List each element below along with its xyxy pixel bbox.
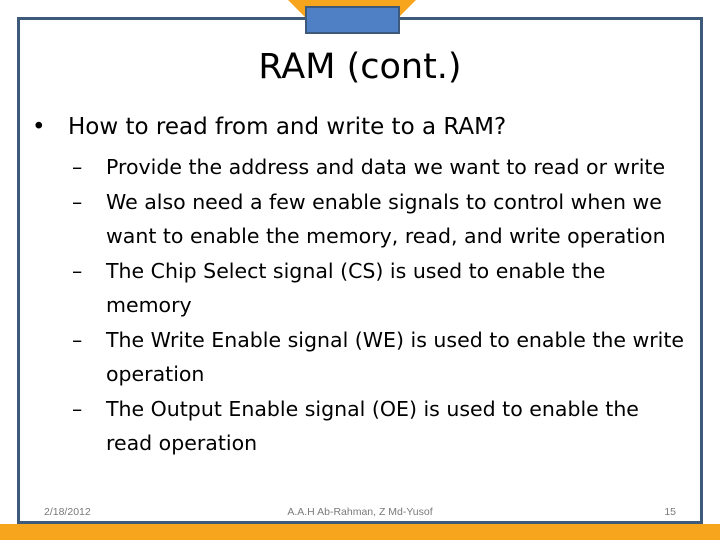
sub-bullet-text: The Write Enable signal (WE) is used to … [106, 327, 685, 387]
sub-bullet-item: – The Write Enable signal (WE) is used t… [24, 323, 686, 392]
sub-bullet-text: We also need a few enable signals to con… [106, 189, 666, 249]
bullet-item: • How to read from and write to a RAM? [24, 110, 694, 144]
slide-content: • How to read from and write to a RAM? –… [24, 110, 694, 461]
dash-icon: – [72, 155, 83, 179]
bottom-accent-band [0, 524, 720, 540]
dash-icon: – [72, 258, 83, 283]
sub-bullet-item: – The Output Enable signal (OE) is used … [24, 392, 686, 461]
sub-bullet-item: – The Chip Select signal (CS) is used to… [24, 254, 686, 323]
dash-icon: – [72, 396, 83, 421]
dash-icon: – [72, 189, 83, 214]
footer-page-number: 15 [664, 506, 676, 518]
top-accent-tab [305, 6, 400, 34]
sub-bullet-text: The Chip Select signal (CS) is used to e… [106, 258, 606, 318]
slide-title: RAM (cont.) [258, 47, 462, 87]
dash-icon: – [72, 327, 83, 352]
bullet-text: How to read from and write to a RAM? [68, 114, 507, 140]
sub-bullet-text: Provide the address and data we want to … [106, 155, 666, 179]
sub-bullet-item: – We also need a few enable signals to c… [24, 185, 686, 254]
sub-bullet-item: – Provide the address and data we want t… [24, 150, 686, 185]
bullet-icon: • [32, 114, 46, 140]
footer-author: A.A.H Ab-Rahman, Z Md-Yusof [287, 506, 433, 518]
sub-bullet-text: The Output Enable signal (OE) is used to… [106, 396, 639, 456]
sub-bullet-list: – Provide the address and data we want t… [24, 150, 694, 461]
